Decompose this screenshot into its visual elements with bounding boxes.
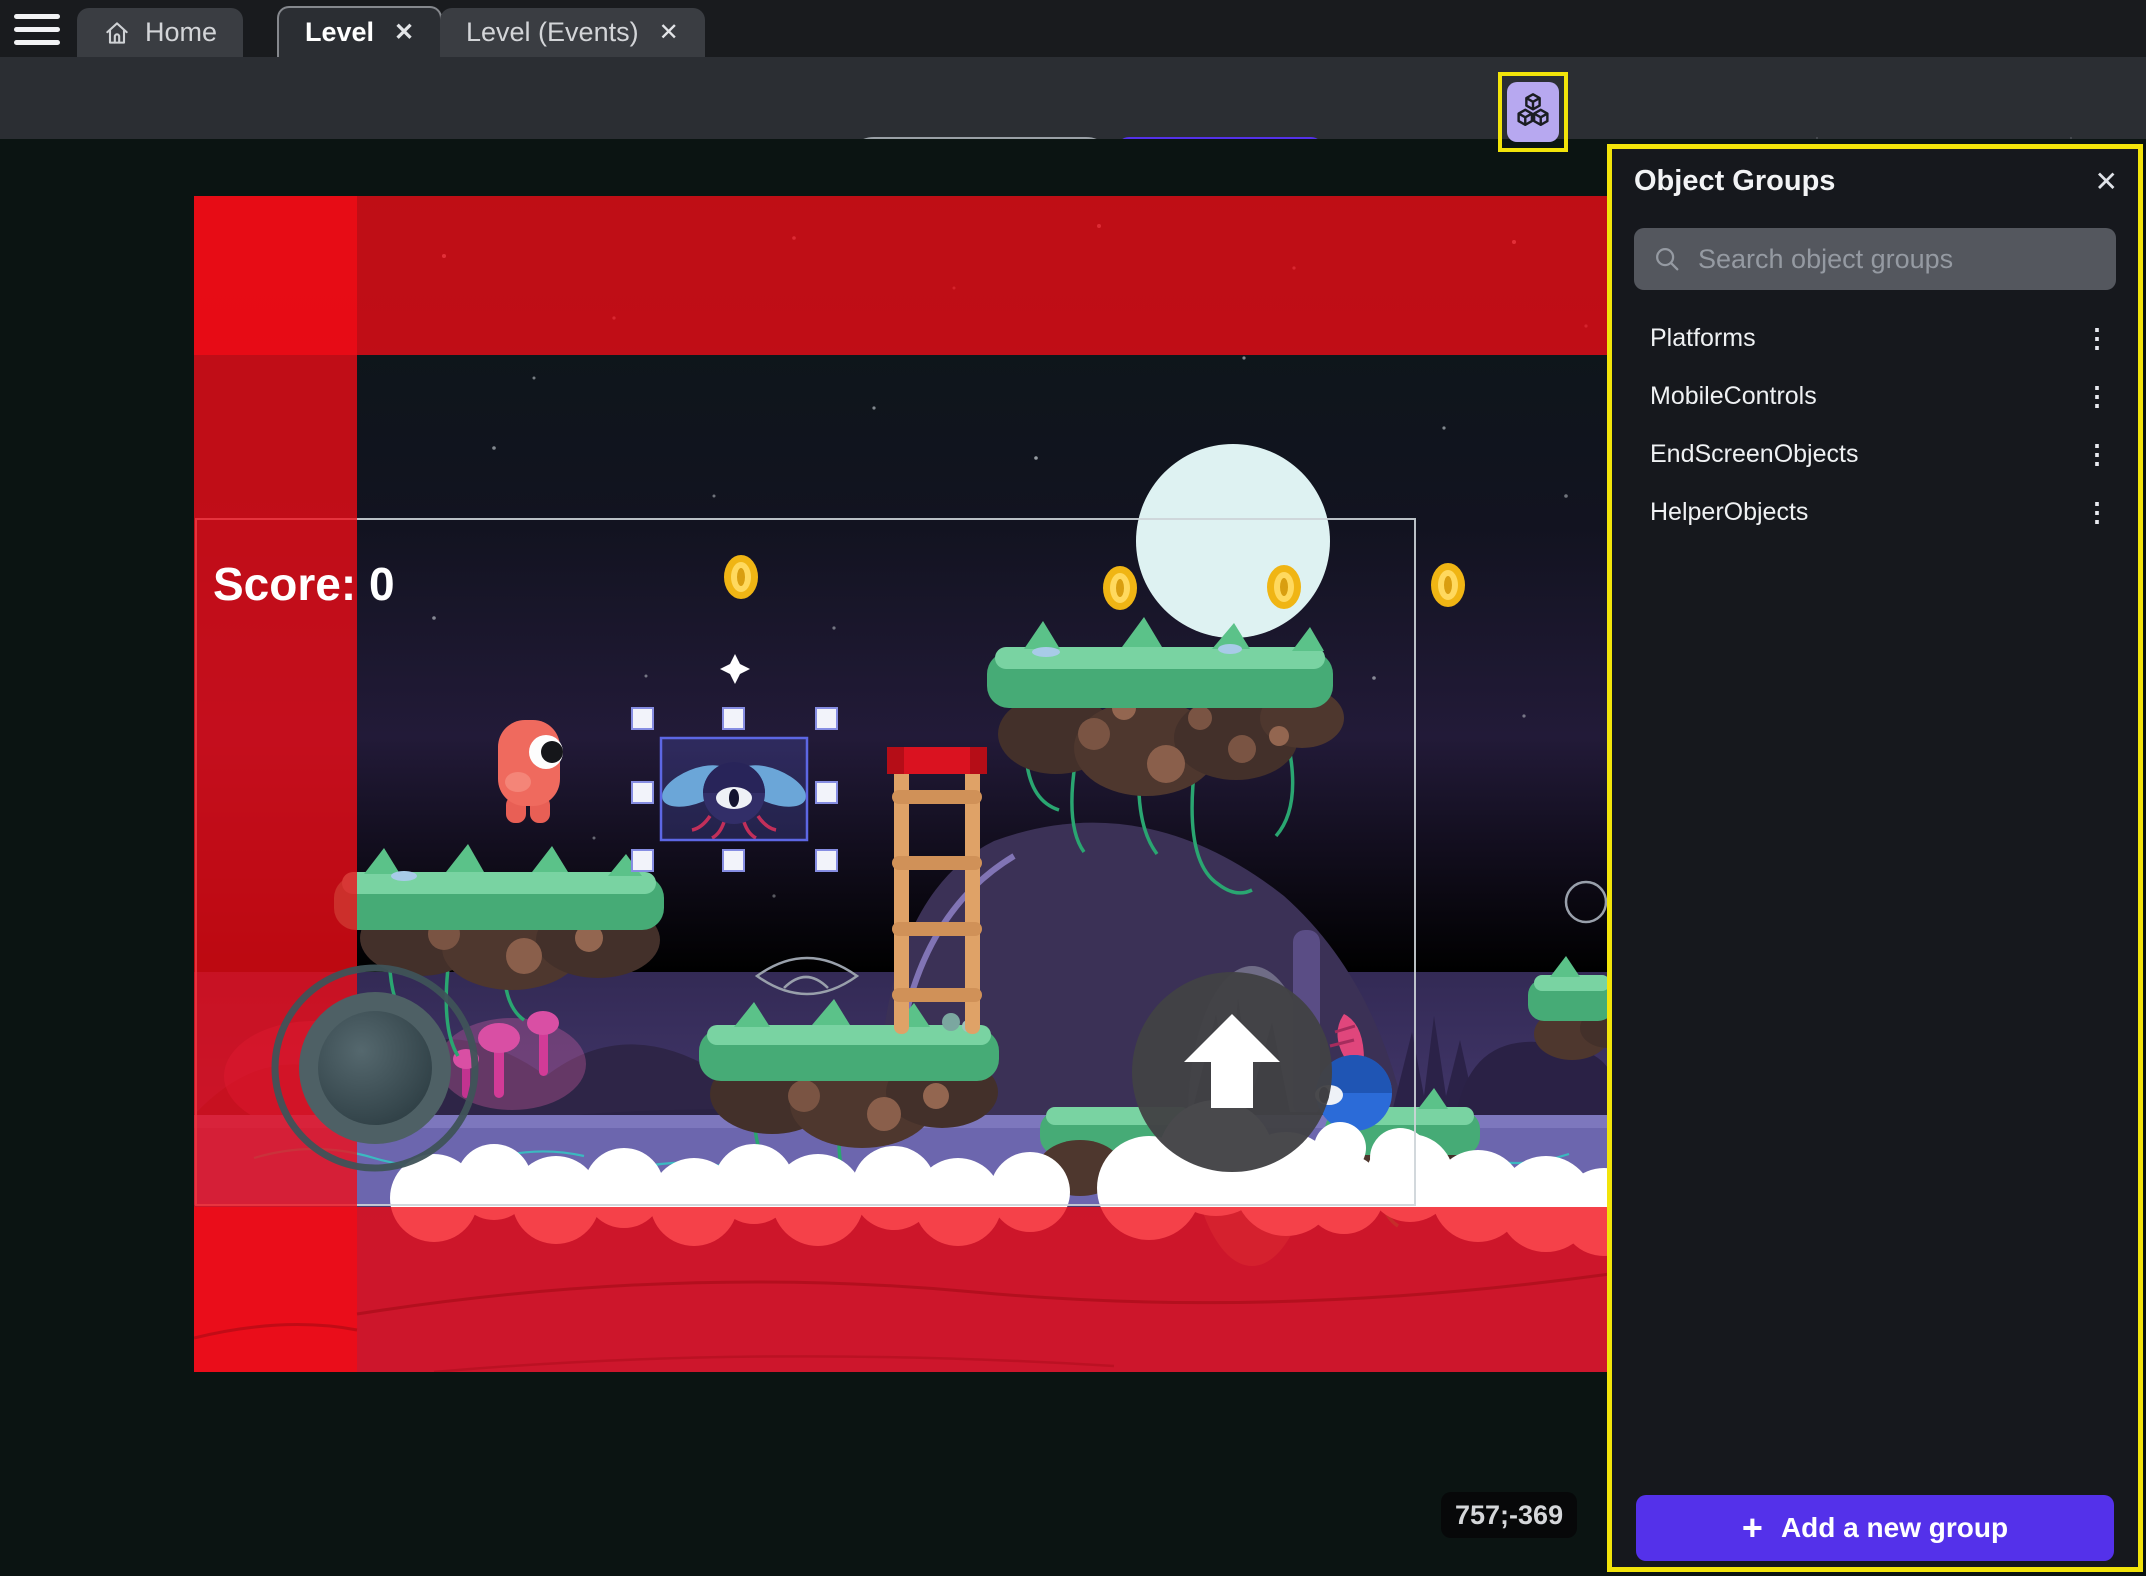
- group-label: MobileControls: [1650, 382, 1817, 411]
- object-groups-icon: [1514, 91, 1552, 133]
- selected-enemy-fly[interactable]: [656, 738, 811, 840]
- panel-header: Object Groups ✕: [1612, 149, 2138, 213]
- panel-title: Object Groups: [1634, 165, 1835, 198]
- group-row-helperobjects[interactable]: HelperObjects ⋮: [1612, 483, 2138, 541]
- search-input[interactable]: [1698, 244, 2098, 275]
- tab-level-label: Level: [305, 17, 374, 48]
- tab-level-events-close-icon[interactable]: ✕: [653, 18, 679, 47]
- kebab-menu-icon[interactable]: ⋮: [2084, 497, 2110, 528]
- coin-object[interactable]: [1103, 566, 1137, 610]
- kebab-menu-icon[interactable]: ⋮: [2084, 323, 2110, 354]
- panel-close-icon[interactable]: ✕: [2095, 165, 2118, 198]
- group-row-endscreenobjects[interactable]: EndScreenObjects ⋮: [1612, 425, 2138, 483]
- tab-level-events[interactable]: Level (Events) ✕: [440, 8, 705, 57]
- scene-canvas[interactable]: Score: 0: [194, 196, 1610, 1372]
- kebab-menu-icon[interactable]: ⋮: [2084, 381, 2110, 412]
- tab-home-label: Home: [145, 17, 217, 48]
- toolbar: Preview ▼ Publish: [0, 57, 2146, 139]
- search-box[interactable]: [1634, 228, 2116, 290]
- score-text: Score: 0: [213, 558, 395, 610]
- object-groups-button[interactable]: [1507, 82, 1559, 142]
- home-icon: [103, 19, 131, 47]
- cursor-coordinates-badge: 757;-369: [1441, 1492, 1577, 1538]
- tab-level[interactable]: Level ✕: [277, 6, 442, 57]
- group-row-mobilecontrols[interactable]: MobileControls ⋮: [1612, 367, 2138, 425]
- coin-object[interactable]: [1267, 565, 1301, 609]
- tab-level-events-label: Level (Events): [466, 17, 639, 48]
- kebab-menu-icon[interactable]: ⋮: [2084, 439, 2110, 470]
- tab-home[interactable]: Home: [77, 8, 243, 57]
- search-icon: [1652, 244, 1682, 274]
- object-groups-panel: Object Groups ✕ Platforms ⋮ MobileContro…: [1607, 144, 2143, 1572]
- coin-object[interactable]: [1431, 563, 1465, 607]
- hamburger-menu-icon[interactable]: [14, 14, 60, 45]
- add-group-button[interactable]: + Add a new group: [1636, 1495, 2114, 1561]
- group-label: Platforms: [1650, 324, 1756, 353]
- object-groups-highlight-annotation: [1498, 72, 1568, 152]
- coin-object[interactable]: [724, 555, 758, 599]
- jump-button[interactable]: [1132, 972, 1332, 1172]
- tab-level-close-icon[interactable]: ✕: [388, 18, 414, 47]
- moon-object[interactable]: [1136, 444, 1330, 638]
- group-label: HelperObjects: [1650, 498, 1808, 527]
- joystick-control[interactable]: [275, 968, 475, 1168]
- tab-bar: Home Level ✕ Level (Events) ✕: [0, 0, 2146, 57]
- plus-icon: +: [1742, 1510, 1763, 1546]
- add-group-label: Add a new group: [1781, 1512, 2008, 1544]
- group-label: EndScreenObjects: [1650, 440, 1858, 469]
- scene-svg: Score: 0: [194, 196, 1610, 1372]
- group-row-platforms[interactable]: Platforms ⋮: [1612, 309, 2138, 367]
- group-list: Platforms ⋮ MobileControls ⋮ EndScreenOb…: [1612, 309, 2138, 541]
